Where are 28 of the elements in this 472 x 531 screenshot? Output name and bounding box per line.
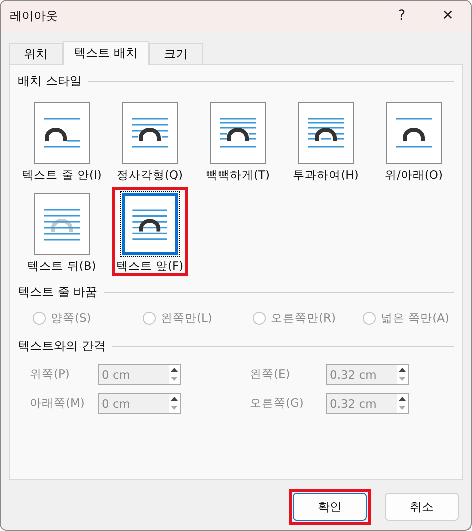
dialog-button[interactable]: 취소 bbox=[385, 493, 459, 521]
wrap-style-label: 정사각형(Q) bbox=[116, 168, 184, 183]
field-label: 왼쪽(E) bbox=[250, 367, 292, 382]
wrap-style-label: 투과하여(H) bbox=[293, 168, 359, 183]
field-label: 아래쪽(M) bbox=[30, 396, 86, 411]
wrap-style-button[interactable] bbox=[34, 102, 90, 164]
close-button[interactable]: ✕ bbox=[425, 1, 471, 31]
wrap-style-button[interactable] bbox=[298, 102, 354, 164]
section-title: 배치 스타일 bbox=[18, 73, 82, 90]
tab[interactable]: 위치 bbox=[9, 43, 63, 64]
wrap-style-label: 위/아래(O) bbox=[385, 168, 443, 183]
wrap-style-button[interactable] bbox=[210, 102, 266, 164]
wrap-style-button[interactable] bbox=[122, 102, 178, 164]
help-button[interactable]: ? bbox=[379, 1, 425, 31]
wrap-style-label: 빽빽하게(T) bbox=[206, 168, 270, 183]
window-title: 레이아웃 bbox=[10, 8, 59, 24]
wrap-style-label: 텍스트 줄 안(I) bbox=[22, 168, 102, 183]
wrap-style-button[interactable] bbox=[122, 193, 178, 255]
wrap-style-label: 텍스트 뒤(B) bbox=[28, 259, 96, 274]
section-title: 텍스트 줄 바꿈 bbox=[18, 284, 98, 301]
tab[interactable]: 크기 bbox=[148, 43, 203, 64]
wrap-style-label: 텍스트 앞(F) bbox=[116, 259, 184, 274]
wrap-style-button[interactable] bbox=[386, 102, 442, 164]
tab[interactable]: 텍스트 배치 bbox=[63, 41, 149, 65]
field-label: 오른쪽(G) bbox=[250, 396, 305, 411]
field-label: 위쪽(P) bbox=[30, 367, 71, 382]
section-title: 텍스트와의 간격 bbox=[18, 338, 106, 355]
dialog-button[interactable]: 확인 bbox=[293, 493, 367, 521]
